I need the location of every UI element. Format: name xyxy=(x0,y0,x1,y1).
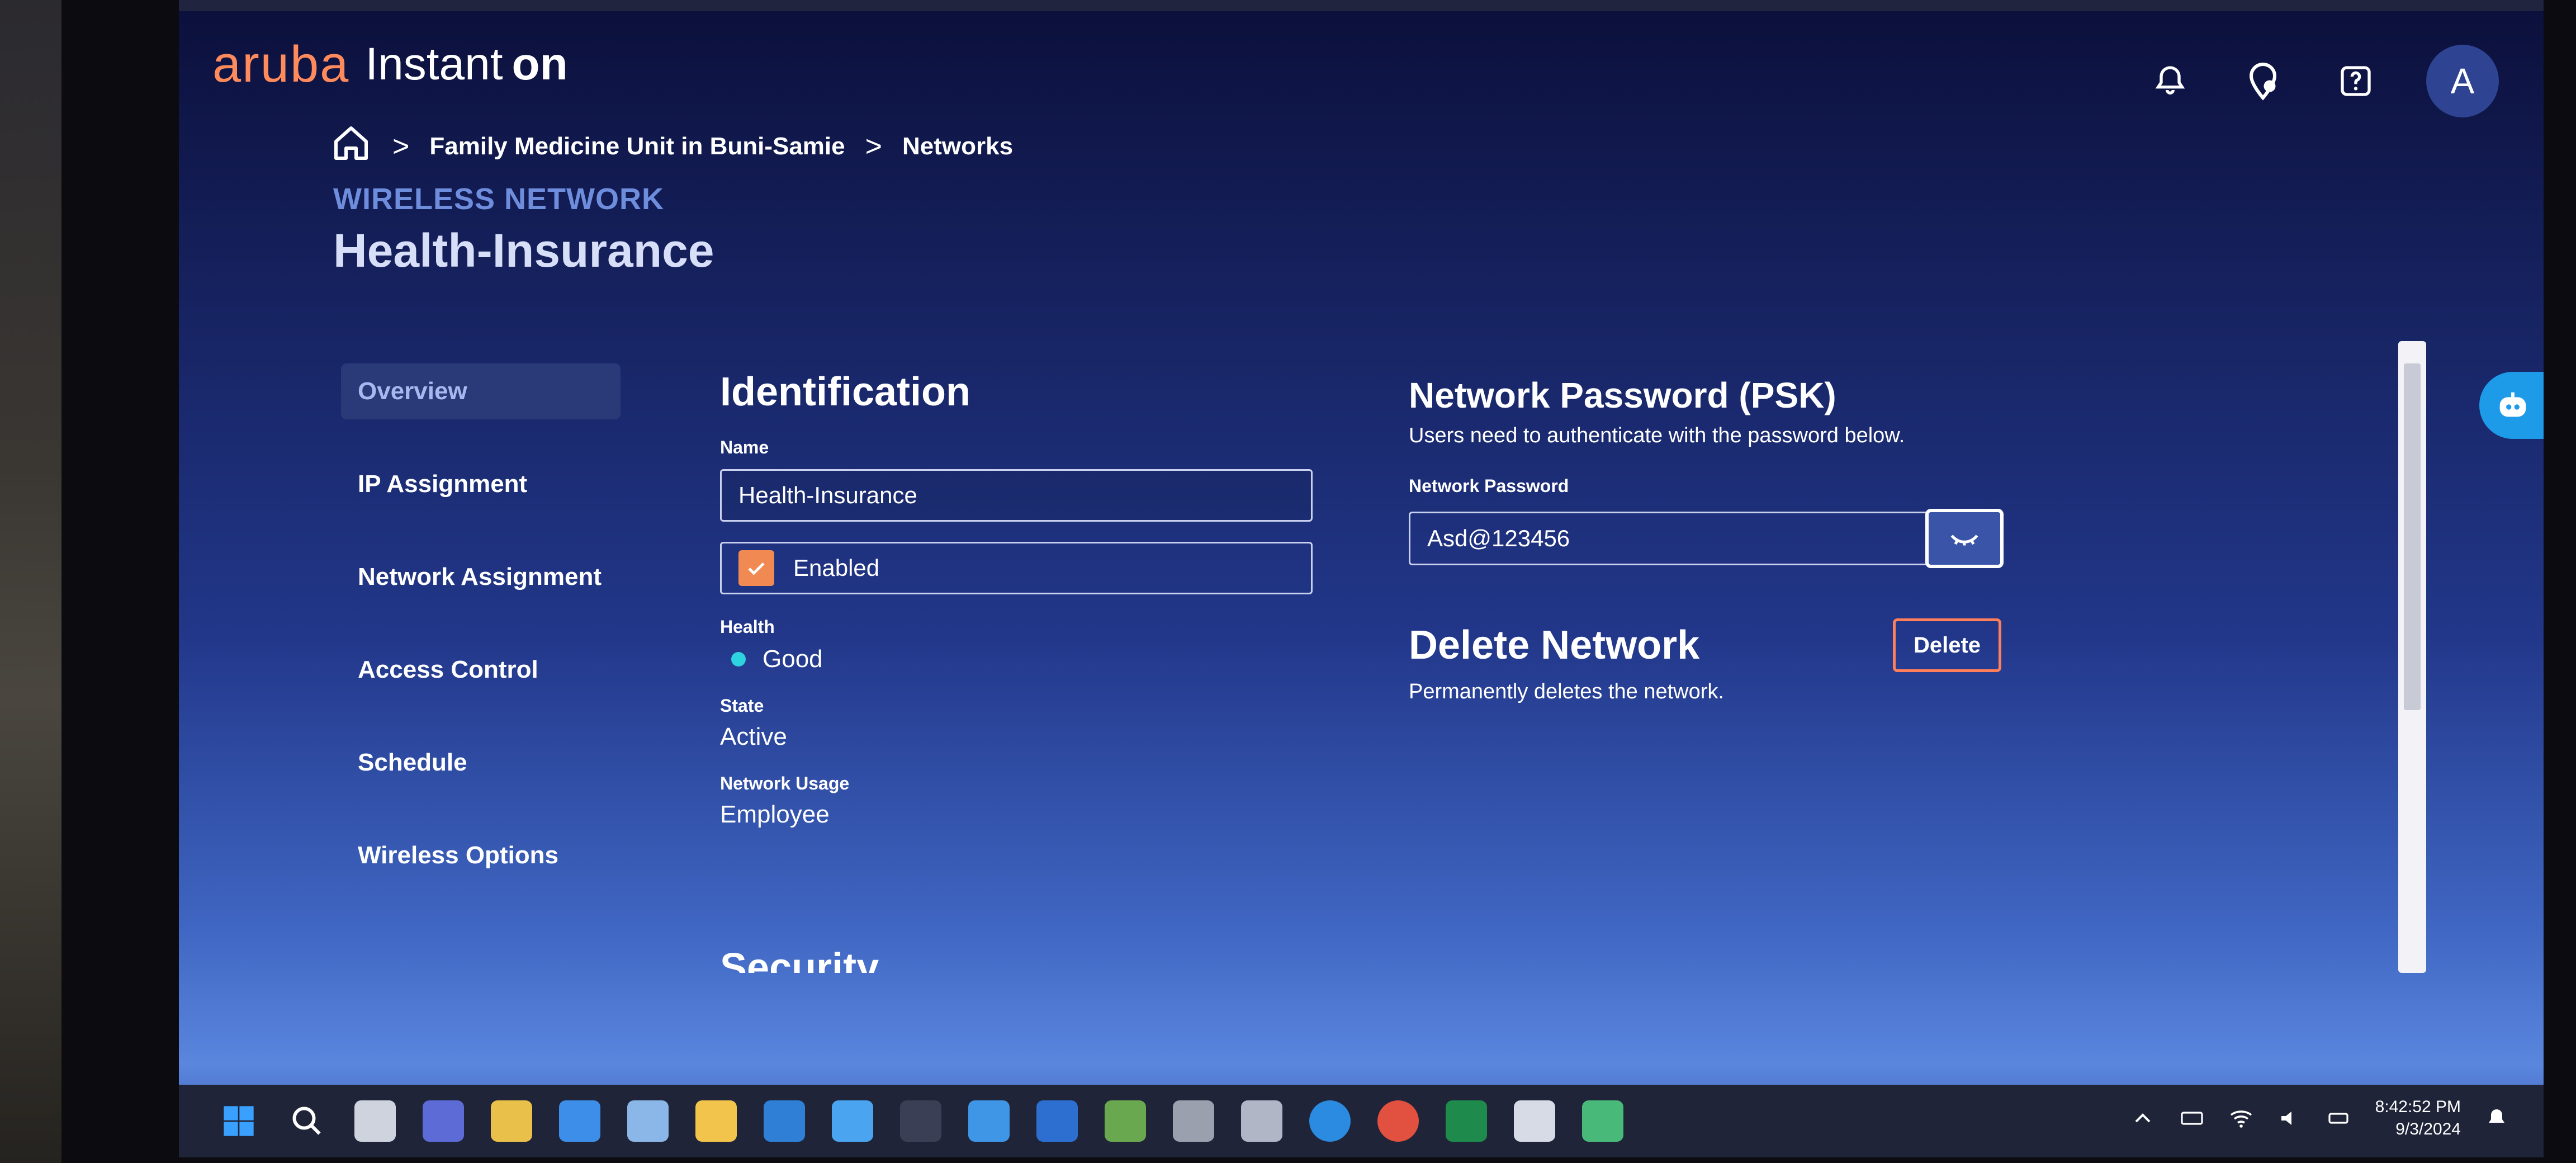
excel-icon[interactable] xyxy=(1446,1100,1487,1142)
enabled-checkbox[interactable] xyxy=(738,550,774,586)
brand-logo: aruba xyxy=(212,35,350,93)
network-name-input[interactable]: Health-Insurance xyxy=(720,469,1313,522)
todo-icon[interactable] xyxy=(832,1100,873,1142)
screen: aruba Instant on A > Family Medicine Uni… xyxy=(179,0,2544,1157)
notifications-icon[interactable] xyxy=(2148,59,2193,103)
sidebar-item-schedule[interactable]: Schedule xyxy=(341,735,621,791)
taskbar-clock[interactable]: 8:42:52 PM 9/3/2024 xyxy=(2375,1096,2461,1141)
outlook-icon[interactable] xyxy=(764,1100,805,1142)
home-icon[interactable] xyxy=(330,123,372,169)
teams-icon[interactable] xyxy=(423,1100,464,1142)
breadcrumb-separator: > xyxy=(392,130,410,163)
settings-icon[interactable] xyxy=(1173,1100,1214,1142)
sidebar-item-wireless-options[interactable]: Wireless Options xyxy=(341,828,621,883)
header-actions: A xyxy=(2148,45,2499,117)
help-icon[interactable] xyxy=(2333,59,2378,103)
page-title: Health-Insurance xyxy=(333,224,714,277)
product-name-suffix: on xyxy=(512,39,568,89)
keyboard-icon[interactable] xyxy=(2179,1105,2205,1132)
system-tray: 8:42:52 PM 9/3/2024 xyxy=(2129,1096,2510,1141)
sidebar-item-overview[interactable]: Overview xyxy=(341,363,621,419)
password-row: Asd@123456 xyxy=(1409,509,2024,568)
wifi-icon[interactable] xyxy=(2228,1105,2255,1132)
network-sidebar: Overview IP Assignment Network Assignmen… xyxy=(341,363,621,920)
scrollbar-thumb[interactable] xyxy=(2404,363,2421,710)
sidebar-item-network-assignment[interactable]: Network Assignment xyxy=(341,549,621,605)
health-label: Health xyxy=(720,617,775,637)
name-label: Name xyxy=(720,437,769,457)
breadcrumb: > Family Medicine Unit in Buni-Samie > N… xyxy=(330,123,1013,169)
start-icon[interactable] xyxy=(218,1100,259,1142)
excel-file-icon[interactable] xyxy=(1105,1100,1146,1142)
remote-desktop-icon[interactable] xyxy=(1036,1100,1078,1142)
usage-value: Employee xyxy=(720,801,830,828)
security-heading: Security xyxy=(720,945,879,973)
section-label: WIRELESS NETWORK xyxy=(333,182,664,216)
clock-date: 9/3/2024 xyxy=(2395,1120,2461,1138)
psk-section: Network Password (PSK) Users need to aut… xyxy=(1409,375,2024,704)
network-password-input[interactable]: Asd@123456 xyxy=(1409,512,1929,565)
app-icon[interactable] xyxy=(1582,1100,1623,1142)
health-value: Good xyxy=(763,645,823,673)
terminal-icon[interactable] xyxy=(900,1100,941,1142)
notification-bell-icon[interactable] xyxy=(2483,1105,2510,1132)
enabled-checkbox-row[interactable]: Enabled xyxy=(720,542,1313,594)
notepad-icon[interactable] xyxy=(1241,1100,1282,1142)
delete-network-button[interactable]: Delete xyxy=(1893,618,2001,672)
app-header: aruba Instant on xyxy=(212,34,568,95)
chevron-up-icon[interactable] xyxy=(2129,1105,2156,1132)
clock-time: 8:42:52 PM xyxy=(2375,1098,2461,1116)
sidebar-item-access-control[interactable]: Access Control xyxy=(341,642,621,698)
mail-icon[interactable] xyxy=(559,1100,600,1142)
content-scrollbar[interactable] xyxy=(2398,341,2426,973)
file-explorer-icon[interactable] xyxy=(695,1100,737,1142)
document-icon[interactable] xyxy=(1514,1100,1555,1142)
delete-description: Permanently deletes the network. xyxy=(1409,680,1724,703)
enabled-label: Enabled xyxy=(793,555,880,581)
volume-icon[interactable] xyxy=(2277,1105,2304,1132)
battery-icon[interactable] xyxy=(2326,1105,2353,1132)
chrome-icon[interactable] xyxy=(1377,1100,1419,1142)
photos-icon[interactable] xyxy=(627,1100,669,1142)
user-avatar[interactable]: A xyxy=(2426,45,2499,117)
usage-label: Network Usage xyxy=(720,773,850,793)
windows-taskbar: 8:42:52 PM 9/3/2024 xyxy=(179,1085,2544,1157)
search-icon[interactable] xyxy=(286,1100,328,1142)
checkmark-icon xyxy=(748,562,765,575)
edge-icon[interactable] xyxy=(1309,1100,1351,1142)
store-icon[interactable] xyxy=(491,1100,532,1142)
product-name: Instant xyxy=(365,39,503,89)
state-value: Active xyxy=(720,723,787,750)
image-app-icon[interactable] xyxy=(968,1100,1010,1142)
site-settings-icon[interactable] xyxy=(2241,59,2285,103)
assistant-chat-icon[interactable] xyxy=(2479,372,2544,439)
breadcrumb-separator: > xyxy=(865,130,882,163)
breadcrumb-networks[interactable]: Networks xyxy=(902,133,1013,160)
sidebar-item-ip-assignment[interactable]: IP Assignment xyxy=(341,456,621,512)
psk-field-label: Network Password xyxy=(1409,476,1569,496)
delete-network-row: Delete Network Delete xyxy=(1409,618,2001,672)
psk-heading: Network Password (PSK) xyxy=(1409,375,1836,415)
eye-closed-icon xyxy=(1950,535,1978,546)
breadcrumb-site[interactable]: Family Medicine Unit in Buni-Samie xyxy=(429,133,845,160)
hide-password-button[interactable] xyxy=(1925,509,2004,568)
health-status: Good xyxy=(720,645,1363,673)
task-view-icon[interactable] xyxy=(354,1100,396,1142)
delete-heading: Delete Network xyxy=(1409,623,1700,668)
identification-section: Identification Name Health-Insurance Ena… xyxy=(720,369,1363,829)
health-status-dot xyxy=(731,652,746,666)
state-label: State xyxy=(720,696,764,716)
identification-heading: Identification xyxy=(720,370,970,414)
psk-description: Users need to authenticate with the pass… xyxy=(1409,424,1905,447)
browser-bookmarks-strip xyxy=(179,0,2544,11)
